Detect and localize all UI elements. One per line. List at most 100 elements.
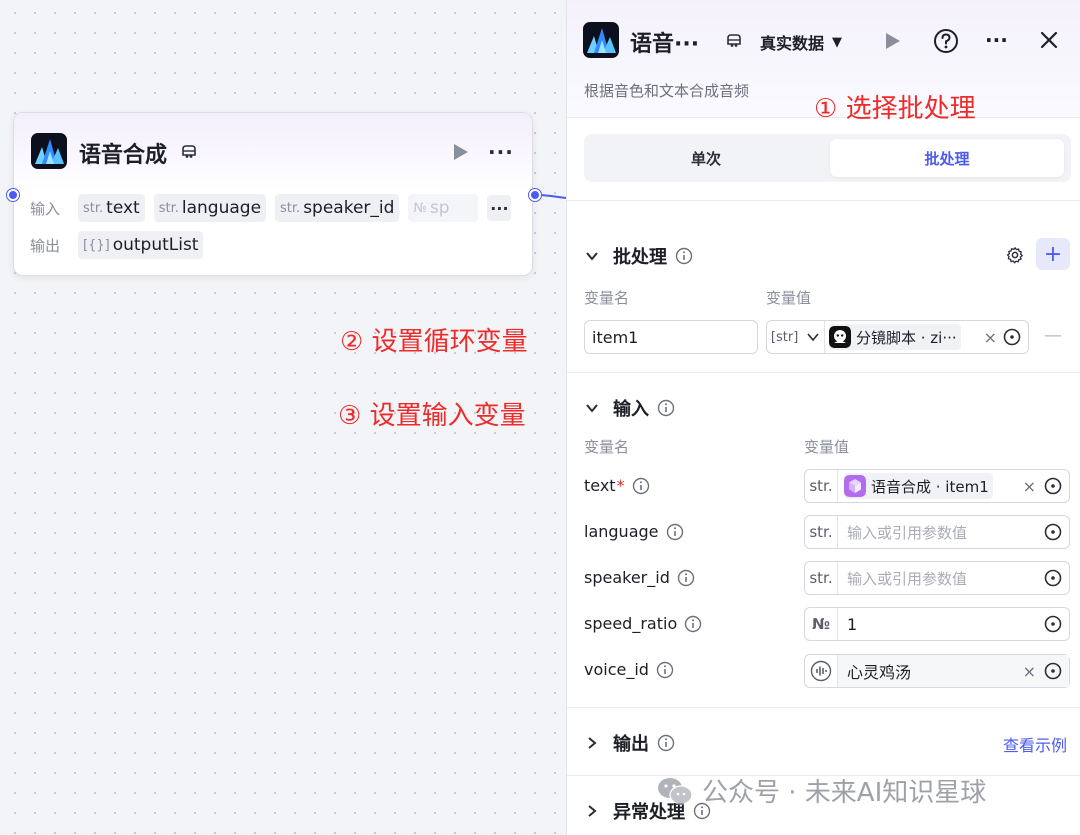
target-icon[interactable]	[1044, 569, 1062, 587]
data-source-select[interactable]: 真实数据 ▼	[760, 30, 842, 54]
mode-switch: 单次 批处理	[584, 134, 1071, 182]
target-icon[interactable]	[1044, 615, 1062, 633]
col-label-name: 变量名	[584, 438, 630, 456]
info-icon[interactable]	[677, 569, 695, 587]
param-value-speaker-id[interactable]: str. 输入或引用参数值	[804, 561, 1070, 595]
run-button[interactable]	[884, 31, 902, 51]
chevron-right-icon	[588, 805, 597, 817]
chevron-down-icon	[586, 252, 598, 261]
input-section-header[interactable]: 输入	[584, 395, 675, 421]
tab-batch[interactable]: 批处理	[830, 139, 1064, 177]
param-value-voice-id[interactable]: 心灵鸡汤 ×	[804, 654, 1070, 688]
param-label-voice-id: voice_id	[584, 660, 674, 679]
chevron-down-icon	[586, 404, 598, 413]
reference-pill[interactable]: 分镜脚本 · zi···	[829, 324, 961, 350]
panel-title: 语音···	[630, 32, 700, 57]
app-logo-icon	[583, 22, 619, 58]
remove-batch-variable-button[interactable]: —	[1044, 325, 1062, 346]
connection-wire	[541, 194, 566, 199]
input-port[interactable]	[7, 189, 19, 201]
caret-down-icon: ▼	[832, 34, 843, 50]
run-node-button[interactable]	[452, 142, 470, 162]
wechat-icon	[658, 777, 693, 805]
target-icon[interactable]	[1044, 523, 1062, 541]
node-cube-icon	[844, 475, 866, 497]
param-value-text[interactable]: str. 语音合成 · item1 ×	[804, 469, 1070, 503]
type-select[interactable]: [str]	[767, 321, 825, 353]
tts-node-card[interactable]: 语音合成 ··· 输入 str. text str. language str. sp…	[7, 112, 541, 276]
batch-variable-name-input[interactable]: item1	[584, 320, 758, 354]
col-label-name: 变量名	[584, 289, 630, 307]
view-example-link[interactable]: 查看示例	[1003, 732, 1067, 756]
type-badge: str.	[805, 516, 838, 548]
info-icon[interactable]	[666, 523, 684, 541]
close-icon[interactable]	[1038, 29, 1060, 51]
voice-value: 心灵鸡汤	[847, 663, 912, 682]
divider	[567, 200, 1080, 201]
workflow-canvas[interactable]: 语音合成 ··· 输入 str. text str. language str. sp…	[0, 0, 566, 835]
output-port[interactable]	[529, 189, 541, 201]
add-batch-variable-button[interactable]: +	[1036, 238, 1070, 270]
node-input-row: 输入 str. text str. language str. speaker_id …	[30, 194, 512, 222]
param-label-language: language	[584, 522, 684, 541]
node-more-button[interactable]: ···	[488, 140, 514, 164]
input-chip: str. language	[153, 194, 267, 222]
tab-single[interactable]: 单次	[589, 139, 823, 177]
target-icon[interactable]	[1003, 328, 1021, 346]
input-chip: str. speaker_id	[275, 194, 400, 222]
input-chip: № sp	[408, 194, 479, 222]
node-output-row: 输出 [{}] outputList	[30, 231, 212, 259]
value-placeholder: 输入或引用参数值	[847, 523, 968, 542]
clear-voice-button[interactable]: ×	[1023, 662, 1036, 681]
type-badge: str.	[805, 470, 838, 502]
info-icon[interactable]	[632, 477, 650, 495]
info-icon[interactable]	[684, 615, 702, 633]
node-header: 语音合成 ···	[14, 113, 532, 191]
plugin-icon	[727, 34, 741, 47]
output-chip: [{}] outputList	[78, 231, 204, 259]
annotation-step2: ② 设置循环变量	[340, 327, 528, 357]
param-label-speed-ratio: speed_ratio	[584, 614, 702, 633]
col-label-value: 变量值	[804, 438, 850, 456]
output-section-header[interactable]: 输出	[584, 730, 675, 756]
target-icon[interactable]	[1044, 662, 1062, 680]
bot-avatar-icon	[829, 326, 851, 348]
node-config-panel: 语音··· 真实数据 ▼ ··· 根据音色和文本合成音频 单次 批处理 批处理 …	[566, 0, 1080, 835]
param-label-speaker-id: speaker_id	[584, 568, 695, 587]
reference-pill[interactable]: 语音合成 · item1	[844, 473, 993, 499]
info-icon[interactable]	[656, 661, 674, 679]
col-label-value: 变量值	[766, 289, 812, 307]
clear-reference-button[interactable]: ×	[984, 328, 997, 347]
value-text: 1	[847, 614, 858, 634]
chevron-right-icon	[588, 737, 597, 749]
plugin-icon	[182, 145, 196, 158]
voice-wave-icon	[810, 660, 832, 682]
param-label-text: text *	[584, 476, 650, 495]
input-chip: str. text	[78, 194, 145, 222]
info-icon[interactable]	[675, 247, 693, 265]
input-label: 输入	[30, 199, 61, 218]
more-inputs-button[interactable]: ···	[487, 195, 512, 221]
type-badge: №	[805, 608, 838, 640]
annotation-step1: ① 选择批处理	[814, 94, 976, 124]
node-title: 语音合成	[79, 143, 168, 168]
watermark: 公众号 · 未来AI知识星球	[656, 772, 986, 809]
batch-variable-value[interactable]: [str] 分镜脚本 · zi··· ×	[766, 320, 1029, 354]
more-button[interactable]: ···	[985, 28, 1008, 52]
voice-type-badge	[805, 655, 838, 687]
param-value-language[interactable]: str. 输入或引用参数值	[804, 515, 1070, 549]
output-label: 输出	[30, 236, 61, 255]
info-icon[interactable]	[657, 734, 675, 752]
param-value-speed-ratio[interactable]: № 1	[804, 607, 1070, 641]
clear-reference-button[interactable]: ×	[1023, 477, 1036, 496]
gear-icon[interactable]	[1006, 246, 1024, 264]
divider	[567, 707, 1080, 708]
target-icon[interactable]	[1044, 477, 1062, 495]
chevron-down-icon	[807, 333, 819, 342]
value-placeholder: 输入或引用参数值	[847, 569, 968, 588]
annotation-step3: ③ 设置输入变量	[338, 401, 526, 431]
panel-description: 根据音色和文本合成音频	[584, 82, 750, 100]
info-icon[interactable]	[657, 399, 675, 417]
batch-section-header[interactable]: 批处理	[584, 243, 693, 269]
help-icon[interactable]	[933, 28, 959, 54]
